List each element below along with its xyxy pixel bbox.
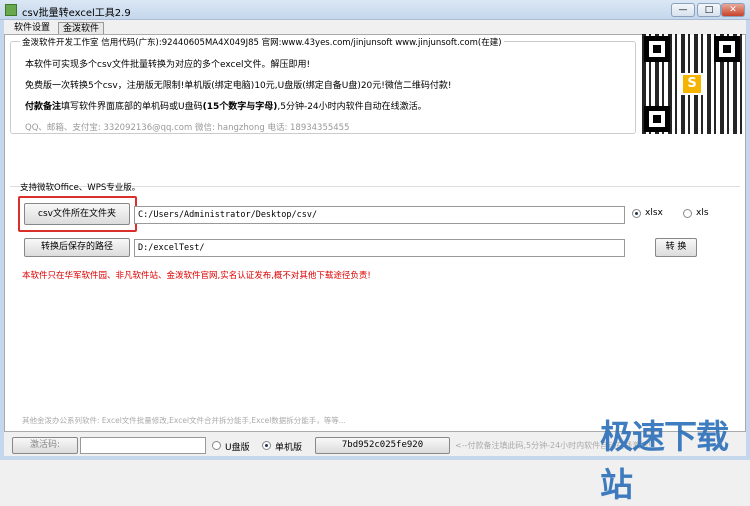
info-line-3: 付款备注填写软件界面底部的单机码或U盘码(15个数字与字母),5分钟-24小时内…	[25, 99, 427, 112]
group-label: 支持微软Office、WPS专业版。	[20, 183, 141, 193]
usb-version-radio[interactable]	[212, 441, 221, 450]
notice-text: 本软件只在华军软件园、非凡软件站、金泼软件官网,实名认证发布,概不对其他下载途径…	[22, 271, 371, 281]
save-path-input[interactable]: D:/excelTest/	[134, 239, 625, 257]
window-title: csv批量转excel工具2.9	[22, 8, 131, 19]
maximize-button[interactable]: □	[697, 3, 721, 17]
save-path-button[interactable]: 转换后保存的路径	[24, 238, 130, 257]
pc-version-radio[interactable]	[262, 441, 271, 450]
contact-info: QQ、邮箱、支付宝: 332092136@qq.com 微信: hangzhon…	[25, 123, 350, 133]
csv-folder-button[interactable]: csv文件所在文件夹	[24, 203, 130, 225]
csv-path-input[interactable]: C:/Users/Administrator/Desktop/csv/	[134, 206, 625, 224]
close-button[interactable]: ✕	[721, 3, 745, 17]
qr-logo-icon: S	[681, 73, 703, 95]
xls-radio[interactable]	[683, 209, 692, 218]
activation-code-input[interactable]	[80, 437, 206, 454]
xlsx-label: xlsx	[645, 208, 663, 218]
minimize-button[interactable]: —	[671, 3, 695, 17]
usb-version-label: U盘版	[225, 443, 250, 453]
app-icon	[5, 4, 17, 16]
qr-finder-icon	[644, 36, 670, 62]
qr-finder-icon	[714, 36, 740, 62]
watermark: 极速下载站	[600, 417, 729, 504]
pc-version-label: 单机版	[275, 443, 303, 453]
activation-label: 激活码:	[12, 437, 78, 454]
qr-finder-icon	[644, 106, 670, 132]
info-line-2: 免费版一次转换5个csv，注册版无限制!单机版(绑定电脑)10元,U盘版(绑定自…	[25, 81, 452, 91]
payment-note-label: 付款备注	[25, 102, 62, 112]
xls-label: xls	[696, 208, 709, 218]
payment-note-text: 填写软件界面底部的单机码或U盘码	[61, 102, 203, 112]
xlsx-radio[interactable]	[632, 209, 641, 218]
machine-code-button[interactable]: 7bd952c025fe920	[315, 437, 450, 454]
info-legend: 金泼软件开发工作室 信用代码(广东):92440605MA4X049J85 官网…	[20, 36, 504, 48]
payment-note-end: ,5分钟-24小时内软件自动在线激活。	[277, 102, 427, 112]
convert-button[interactable]: 转 换	[655, 238, 697, 257]
info-line-1: 本软件可实现多个csv文件批量转换为对应的多个excel文件。解压即用!	[25, 60, 311, 70]
payment-note-bold: (15个数字与字母)	[202, 102, 278, 112]
other-software-text: 其他金泼办公系列软件: Excel文件批量修改,Excel文件合并拆分能手,Ex…	[22, 416, 346, 425]
